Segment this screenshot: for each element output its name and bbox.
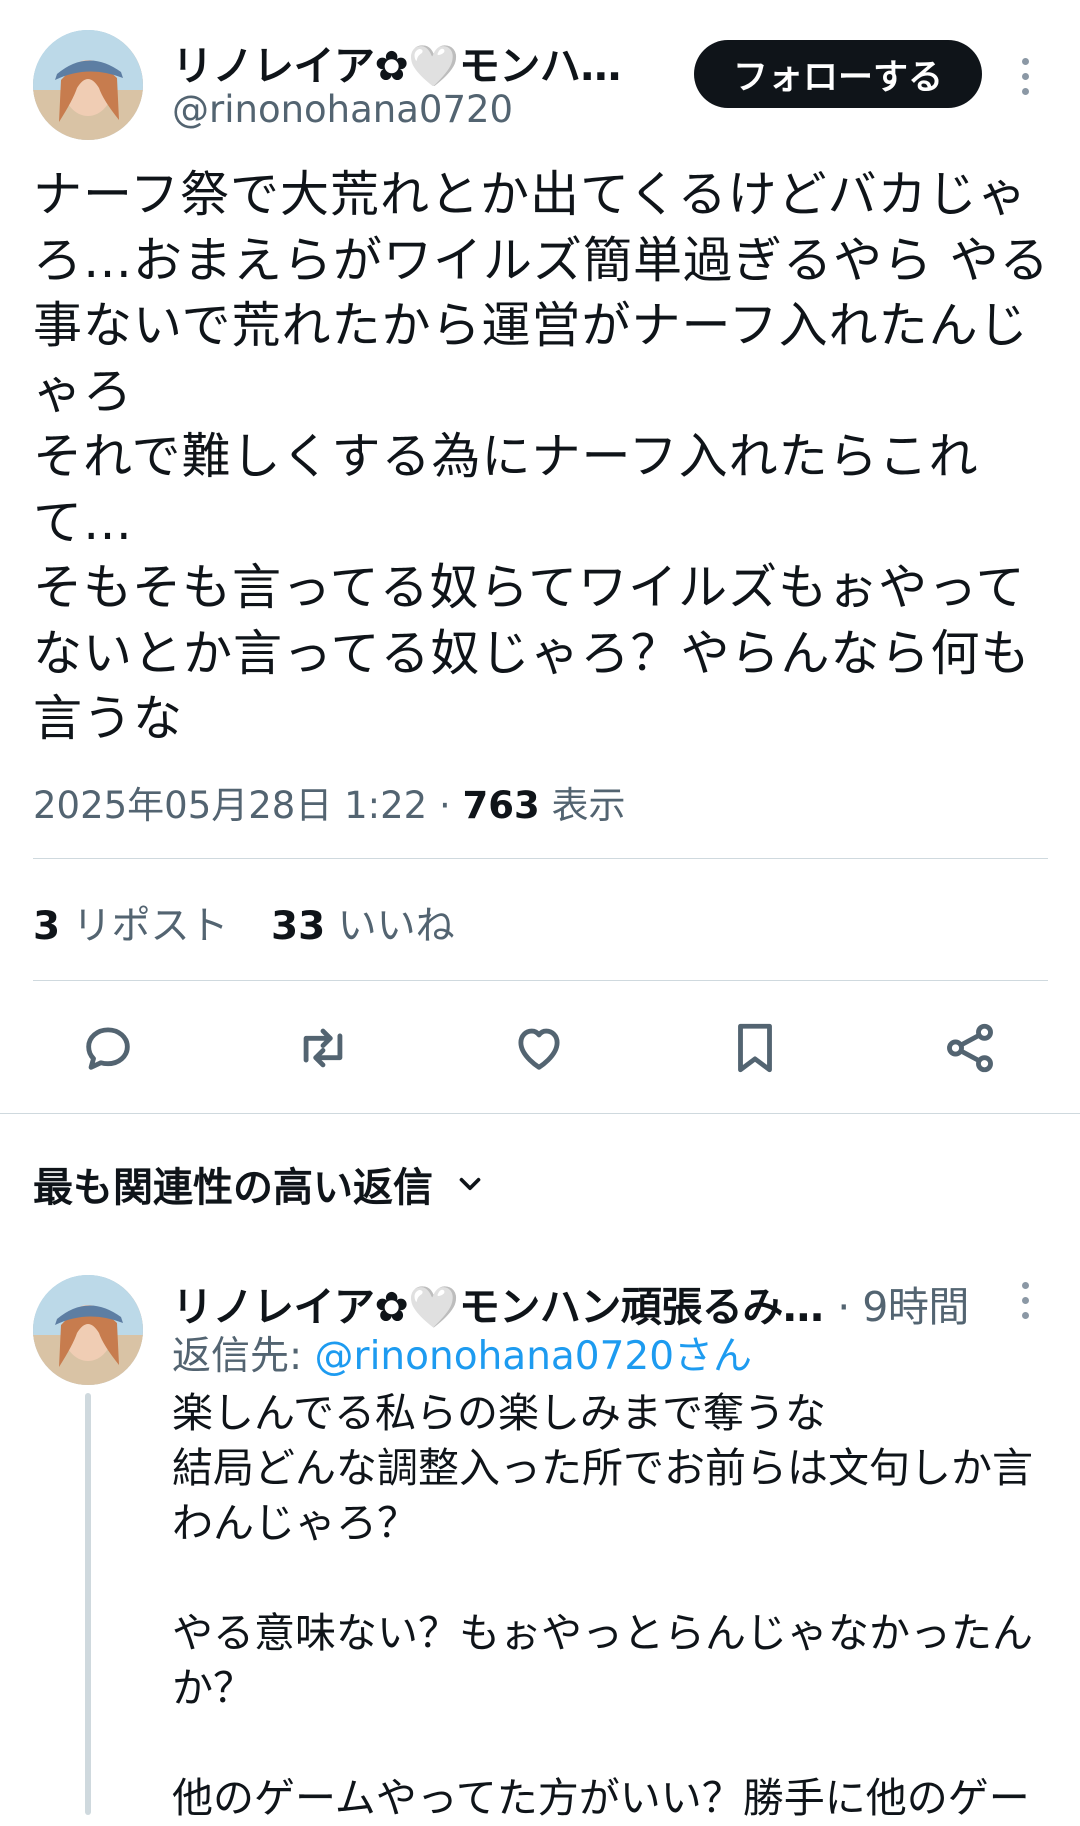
reply-timestamp[interactable]: · 9時間 [837,1283,969,1329]
tweet-meta: 2025年05月28日 1:22 · 763 表示 [33,775,625,829]
author-handle[interactable]: @rinonohana0720 [172,88,513,131]
repost-icon [303,1028,343,1068]
reply-to-line: 返信先: @rinonohana0720さん [172,1325,752,1381]
share-button[interactable] [940,1018,1000,1078]
like-stat[interactable]: 33 いいね [271,904,455,949]
like-count: 33 [270,904,326,949]
reply-sort-label: 最も関連性の高い返信 [33,1165,433,1211]
like-icon [518,1028,560,1070]
tweet-text: ナーフ祭で大荒れとか出てくるけどバカじゃろ…おまえらがワイルズ簡単過ぎるやら や… [33,166,1050,747]
more-options-icon[interactable] [1015,58,1035,103]
meta-separator: · [438,784,451,827]
bookmark-button[interactable] [725,1018,785,1078]
repost-stat[interactable]: 3 リポスト [33,904,229,949]
author-name[interactable]: リノレイア✿🤍モンハ… [172,32,652,86]
reply-text: 楽しんでる私らの楽しみまで奪うな 結局どんな調整入った所でお前らは文句しか言わん… [172,1389,1033,1822]
tweet-date[interactable]: 2025年05月28日 1:22 [33,784,427,827]
view-label: 表示 [551,784,626,827]
follow-button[interactable]: フォローする [694,40,982,108]
share-icon [947,1023,993,1073]
avatar-photo [33,30,143,140]
reply-author-header: リノレイア✿🤍モンハン頑張るみ… · 9時間 [172,1273,992,1329]
section-divider [0,1113,1080,1114]
reply-to-label: 返信先: [172,1334,303,1379]
repost-count: 3 [33,904,61,949]
like-button[interactable] [509,1018,569,1078]
reply-to-mention[interactable]: @rinonohana0720さん [315,1334,753,1379]
repost-button[interactable] [293,1018,353,1078]
avatar-photo [33,1275,143,1385]
author-avatar[interactable] [33,30,143,140]
engagement-stats: 3 リポスト 33 いいね [33,895,485,951]
bookmark-icon [738,1023,772,1073]
view-count: 763 [462,784,540,827]
like-label: いいね [337,904,455,949]
reply-icon [86,1027,130,1070]
reply-more-options-icon[interactable] [1015,1282,1035,1327]
chevron-down-icon [459,1177,481,1191]
reply-sort-dropdown[interactable]: 最も関連性の高い返信 [33,1155,487,1213]
divider [33,858,1048,859]
reply-author-avatar[interactable] [33,1275,143,1385]
reply-button[interactable] [78,1018,138,1078]
repost-label: リポスト [72,904,229,949]
divider [33,980,1048,981]
reply-author-name[interactable]: リノレイア✿🤍モンハン頑張るみ… [172,1283,824,1329]
thread-line [85,1393,91,1815]
